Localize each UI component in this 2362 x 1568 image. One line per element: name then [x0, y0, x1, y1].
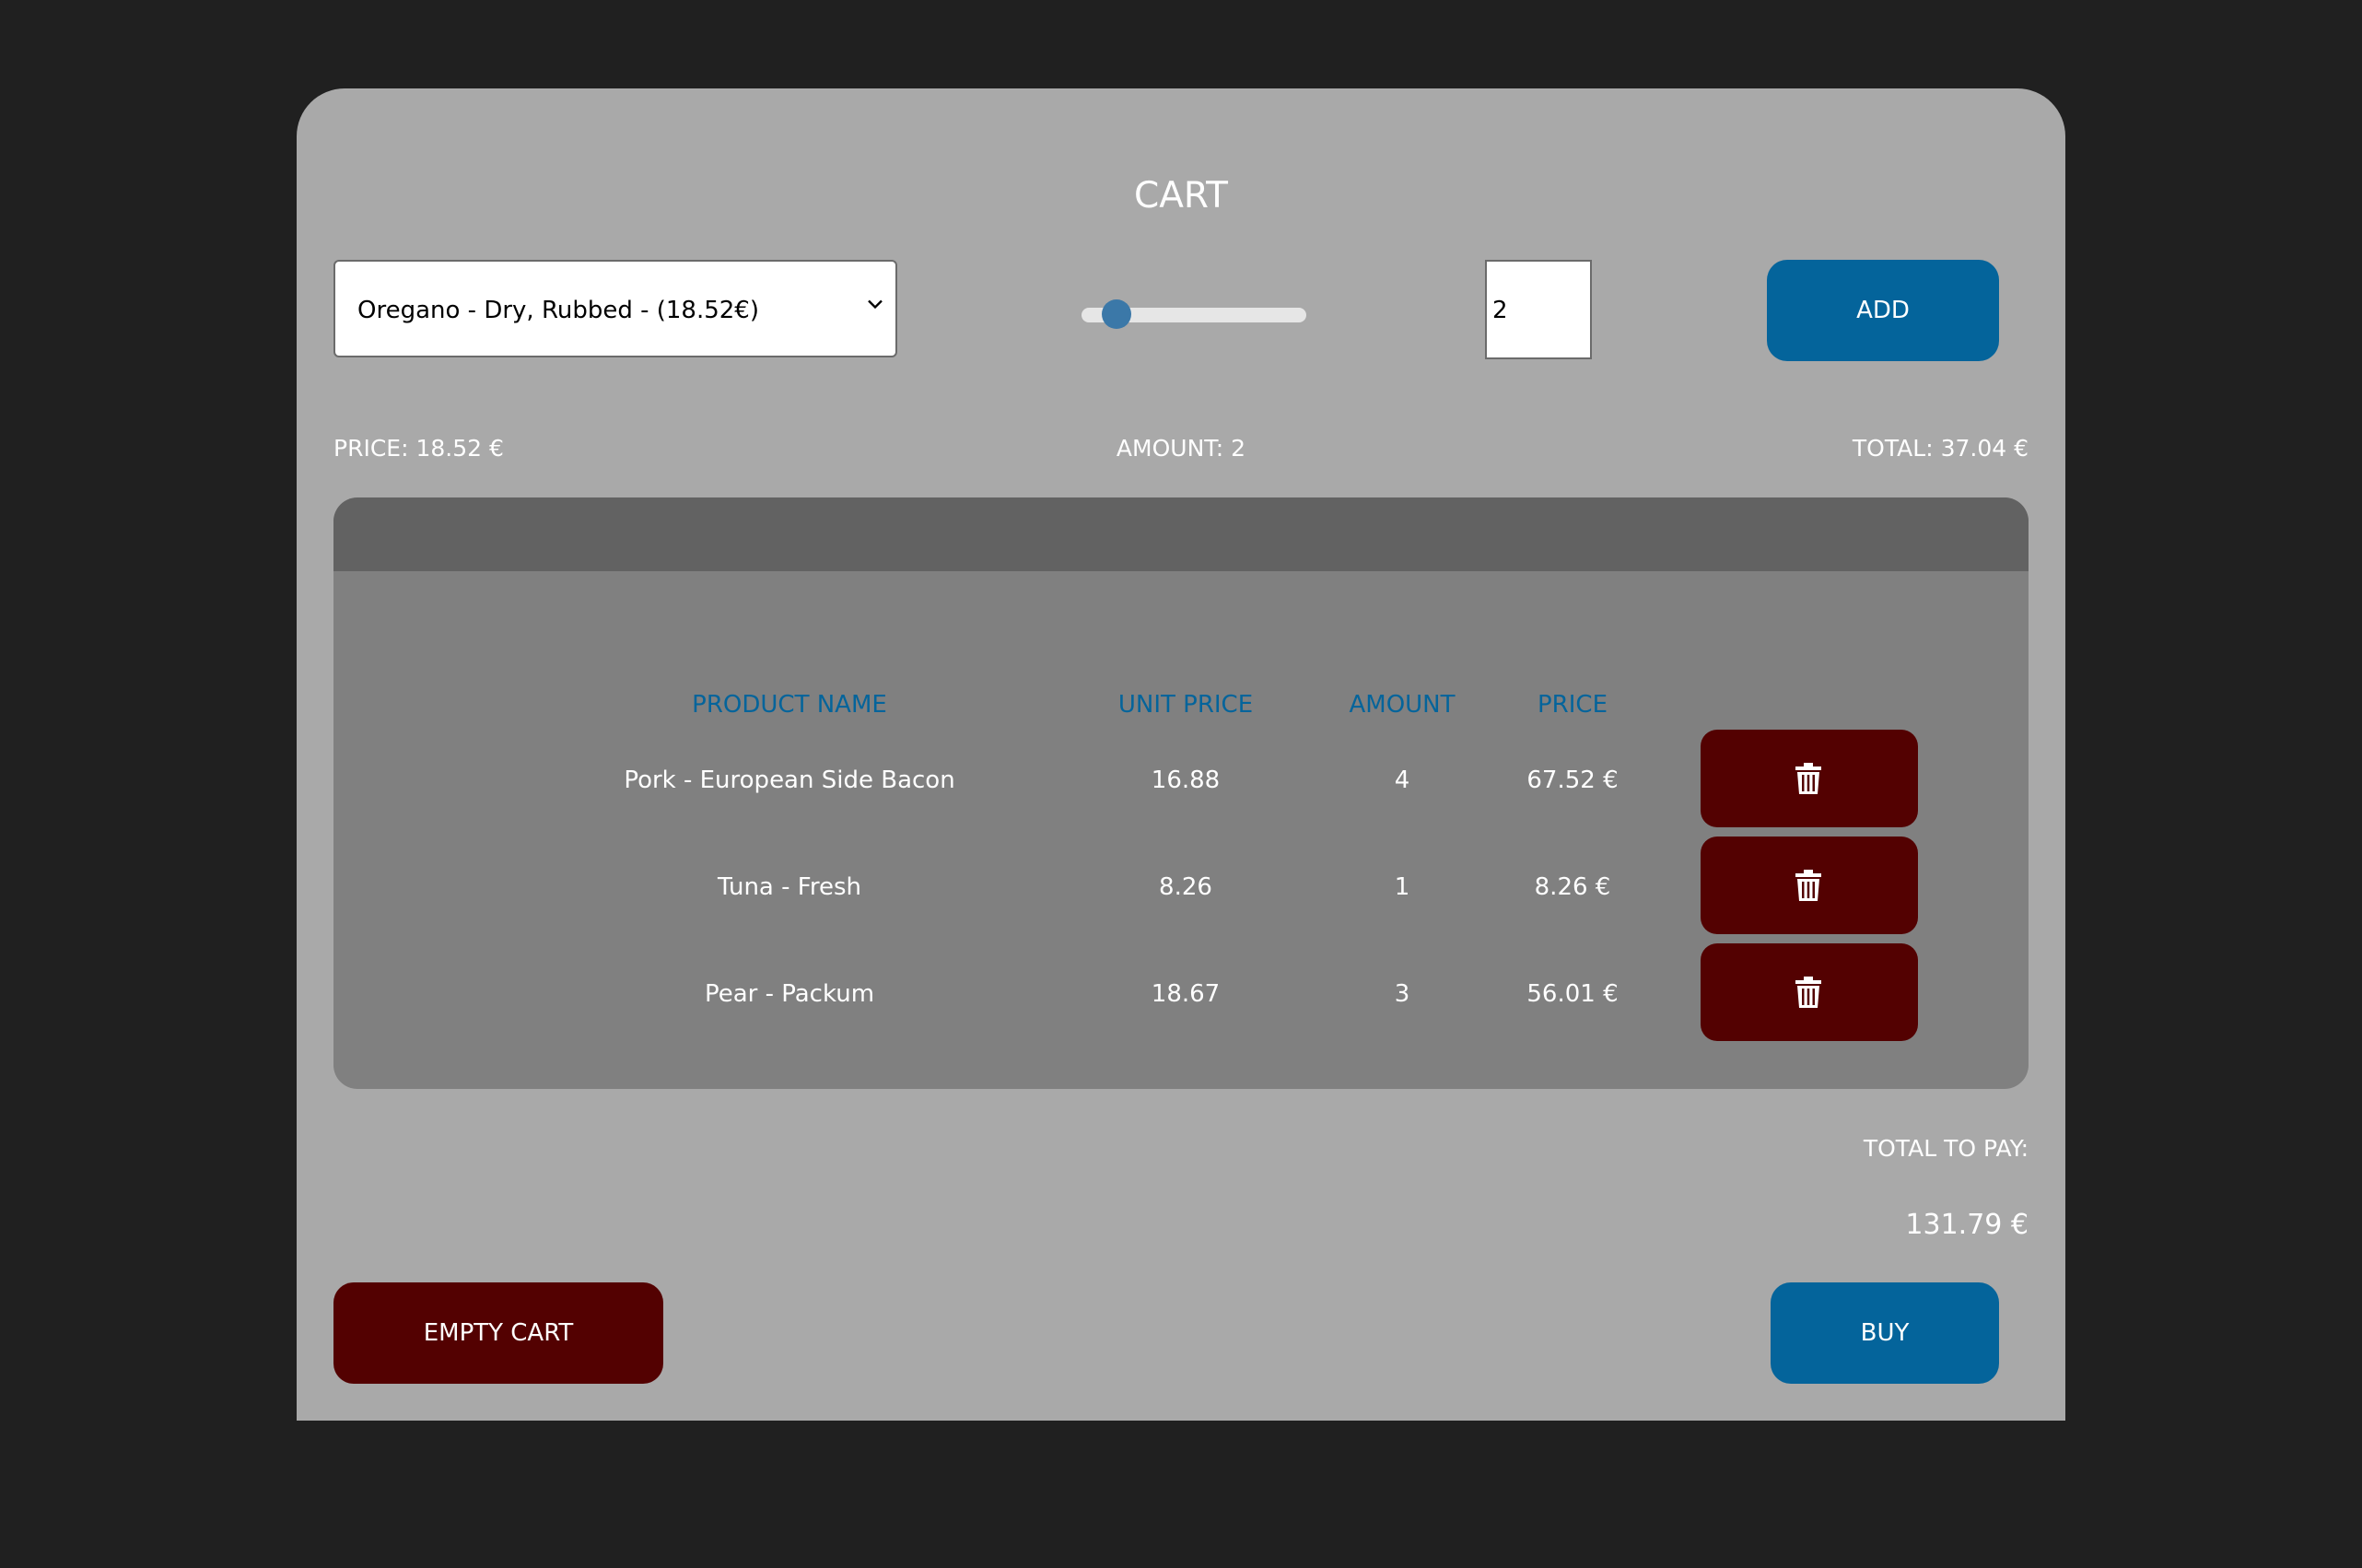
amount-input-value: 2	[1492, 297, 1508, 324]
row-unit-price: 16.88	[1151, 766, 1221, 794]
empty-cart-button[interactable]: EMPTY CART	[333, 1282, 663, 1384]
chevron-down-icon	[868, 299, 883, 310]
table-header-bar	[333, 497, 2029, 571]
trash-icon	[1795, 977, 1821, 1008]
column-header-price: PRICE	[1538, 691, 1608, 719]
row-price: 67.52 €	[1526, 766, 1619, 794]
row-product-name: Pork - European Side Bacon	[624, 766, 955, 794]
amount-slider[interactable]	[1082, 298, 1306, 332]
amount-input[interactable]: 2	[1485, 260, 1592, 359]
delete-row-button[interactable]	[1701, 943, 1918, 1041]
slider-thumb[interactable]	[1102, 299, 1131, 329]
row-amount: 1	[1394, 873, 1410, 901]
row-price: 56.01 €	[1526, 980, 1619, 1008]
delete-row-button[interactable]	[1701, 730, 1918, 827]
summary-total: TOTAL: 37.04 €	[1852, 435, 2029, 462]
buy-button[interactable]: BUY	[1771, 1282, 1999, 1384]
trash-icon	[1795, 763, 1821, 794]
product-select[interactable]: Oregano - Dry, Rubbed - (18.52€)	[333, 260, 897, 357]
column-header-product-name: PRODUCT NAME	[692, 691, 887, 719]
total-to-pay-value: 131.79 €	[1905, 1209, 2029, 1241]
row-product-name: Tuna - Fresh	[718, 873, 861, 901]
delete-row-button[interactable]	[1701, 837, 1918, 934]
cart-table: PRODUCT NAME UNIT PRICE AMOUNT PRICE Por…	[333, 497, 2029, 1089]
column-header-amount: AMOUNT	[1349, 691, 1456, 719]
row-product-name: Pear - Packum	[704, 980, 875, 1008]
add-button[interactable]: ADD	[1767, 260, 1999, 361]
row-amount: 4	[1394, 766, 1410, 794]
page-title: CART	[1134, 175, 1228, 216]
summary-amount: AMOUNT: 2	[1116, 435, 1246, 462]
total-to-pay-label: TOTAL TO PAY:	[1863, 1135, 2029, 1162]
row-unit-price: 8.26	[1159, 873, 1212, 901]
cart-card: CART Oregano - Dry, Rubbed - (18.52€) 2 …	[297, 88, 2065, 1421]
trash-icon	[1795, 870, 1821, 901]
product-select-value: Oregano - Dry, Rubbed - (18.52€)	[357, 297, 759, 324]
row-amount: 3	[1394, 980, 1410, 1008]
row-unit-price: 18.67	[1151, 980, 1221, 1008]
column-header-unit-price: UNIT PRICE	[1117, 691, 1254, 719]
row-price: 8.26 €	[1534, 873, 1611, 901]
